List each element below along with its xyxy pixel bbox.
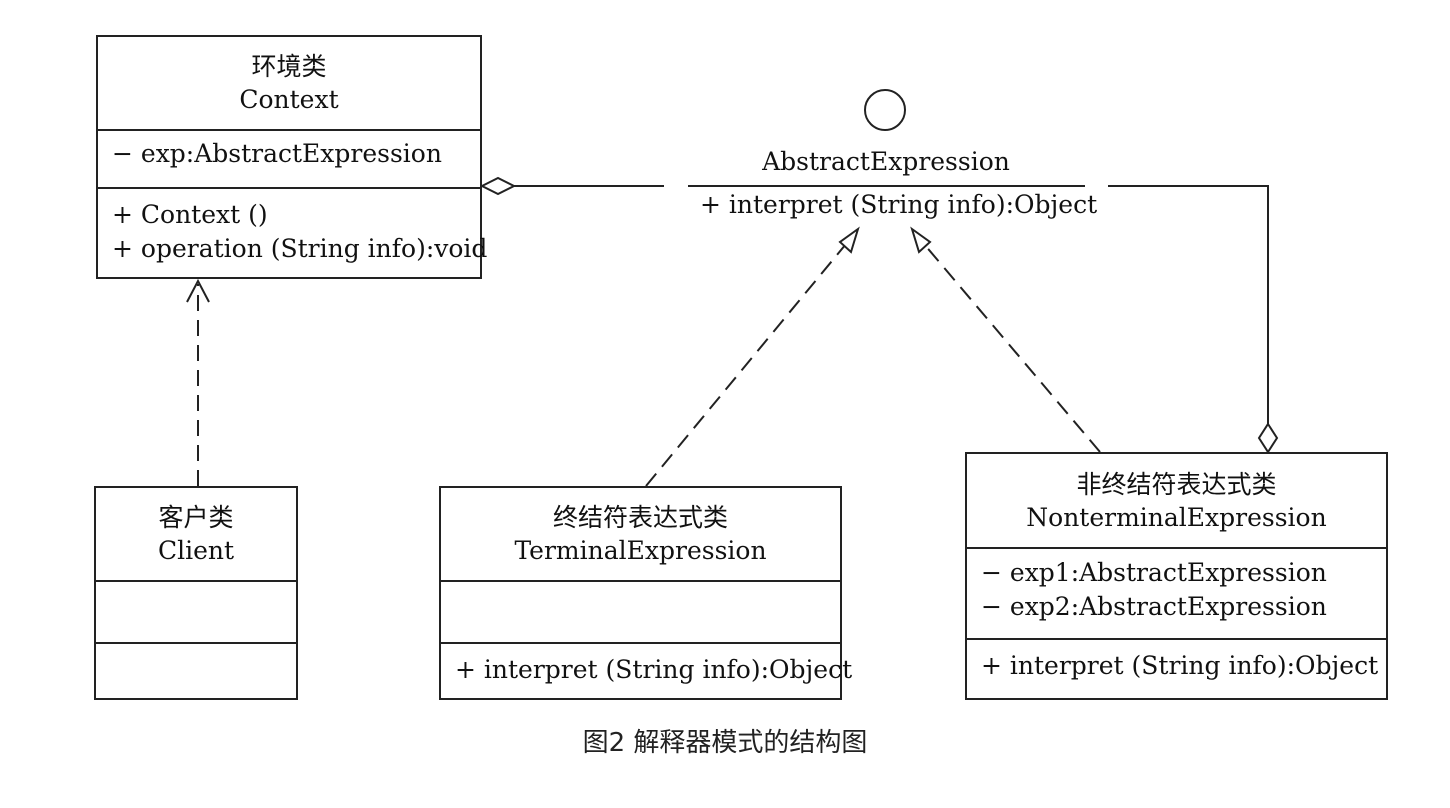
context-name-section: 环境类 Context [98, 37, 480, 129]
context-operations-section: + Context () + operation (String info):v… [98, 187, 488, 266]
nonterminal-attributes-section: − exp1:AbstractExpression − exp2:Abstrac… [967, 547, 1386, 638]
context-title-en: Context [239, 85, 339, 114]
client-attributes-section [96, 580, 296, 642]
nonterminal-title-cn: 非终结符表达式类 [1076, 470, 1277, 499]
terminal-operations-section: + interpret (String info):Object [441, 642, 853, 687]
context-class: 环境类 Context − exp:AbstractExpression + C… [96, 35, 488, 279]
context-operation: + operation (String info):void [112, 234, 488, 263]
context-aggregation-diamond [479, 176, 517, 196]
terminal-title-en: TerminalExpression [514, 536, 767, 565]
client-title-cn: 客户类 [158, 503, 234, 532]
terminal-attributes-section [441, 580, 840, 642]
context-attributes-section: − exp:AbstractExpression [98, 129, 480, 187]
nonterminal-aggregation-line [1108, 185, 1269, 424]
figure-caption: 图2 解释器模式的结构图 [582, 728, 868, 758]
context-attribute: − exp:AbstractExpression [112, 139, 442, 168]
nonterminal-aggregation-diamond [1257, 422, 1279, 454]
client-title-en: Client [157, 536, 235, 565]
terminal-expression-class: 终结符表达式类 TerminalExpression + interpret (… [439, 486, 853, 700]
client-class: 客户类 Client [94, 486, 298, 700]
terminal-title-cn: 终结符表达式类 [552, 503, 728, 532]
abstract-expression-operation: + interpret (String info):Object [700, 190, 1098, 219]
nonterminal-attribute: − exp1:AbstractExpression [981, 558, 1327, 587]
abstract-expression-name: AbstractExpression [762, 147, 1010, 176]
nonterminal-title-en: NonterminalExpression [1026, 503, 1327, 532]
terminal-realization-line [645, 243, 847, 487]
client-name-section: 客户类 Client [96, 488, 296, 580]
terminal-operation: + interpret (String info):Object [455, 655, 853, 684]
nonterminal-expression-class: 非终结符表达式类 NonterminalExpression − exp1:Ab… [965, 452, 1388, 700]
terminal-name-section: 终结符表达式类 TerminalExpression [441, 488, 840, 580]
context-title-cn: 环境类 [251, 52, 327, 81]
nonterminal-attribute: − exp2:AbstractExpression [981, 592, 1327, 621]
client-operations-section [96, 642, 296, 698]
nonterminal-operation: + interpret (String info):Object [981, 651, 1379, 680]
interface-circle [864, 89, 906, 131]
nonterminal-realization-line [923, 243, 1101, 453]
context-operation: + Context () [112, 200, 268, 229]
nonterminal-operations-section: + interpret (String info):Object [967, 638, 1386, 683]
nonterminal-name-section: 非终结符表达式类 NonterminalExpression [967, 454, 1386, 547]
nonterminal-realization-arrowhead [910, 226, 932, 254]
